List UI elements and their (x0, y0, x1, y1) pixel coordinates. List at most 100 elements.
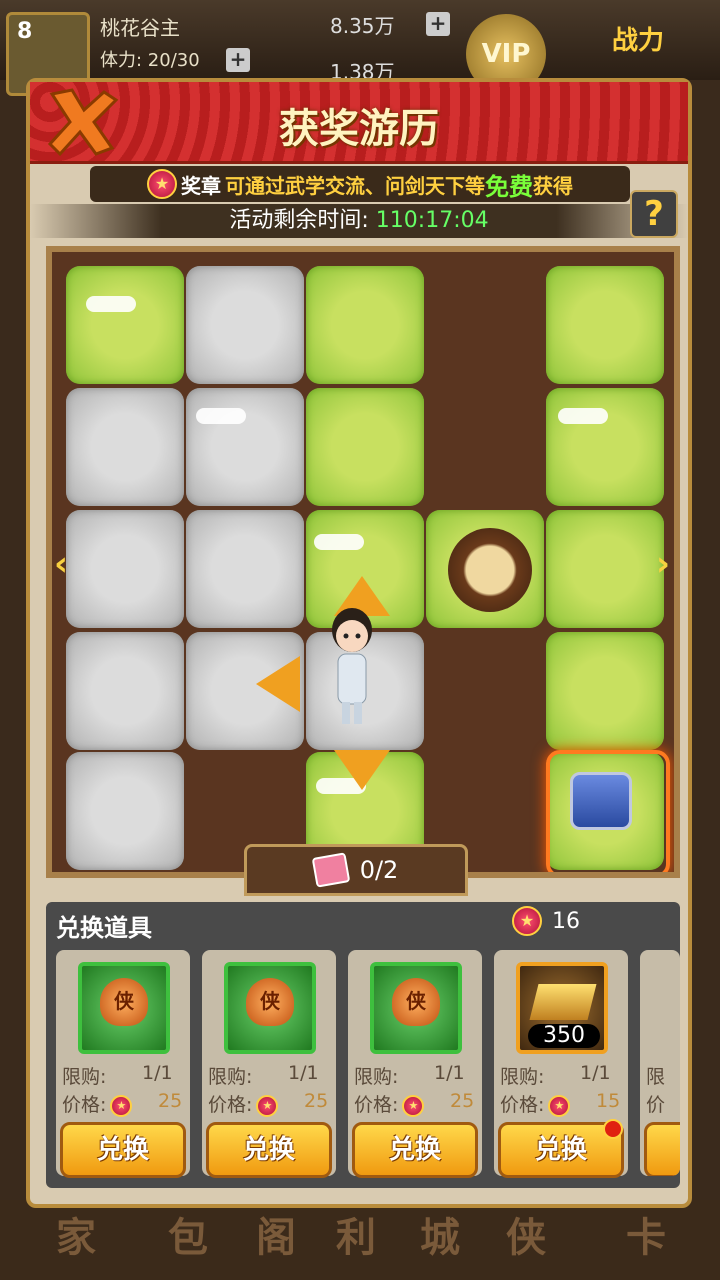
help-button[interactable]: ? (630, 190, 678, 238)
medal-count: 16 (552, 908, 580, 934)
medal-info-banner: 奖章 可通过武学交流、问剑天下等 免费 获得 (90, 166, 630, 202)
trophy-icon: 侠 (246, 978, 294, 1026)
price-label: 价格: (500, 1094, 545, 1116)
panel-header: 获奖游历 (30, 82, 688, 164)
exchange-button[interactable]: 兑换 (352, 1122, 478, 1178)
arrow-left-button[interactable] (256, 656, 300, 712)
game-board: ‹ › (46, 246, 680, 878)
nav-tab-bag: 包 (168, 1215, 208, 1261)
stone-tile (66, 632, 184, 750)
exchange-button[interactable]: 兑换 (206, 1122, 332, 1178)
progress-value: 0/2 (359, 856, 399, 884)
travel-event-panel: 获奖游历 奖章 可通过武学交流、问剑天下等 免费 获得 活动剩余时间: 110:… (26, 78, 692, 1208)
trophy-icon: 侠 (100, 978, 148, 1026)
stone-tile (66, 510, 184, 628)
stone-tile (66, 752, 184, 870)
progress-counter: 0/2 (244, 844, 468, 896)
board-next-arrow[interactable]: › (656, 544, 670, 584)
medal-balance: 16 (512, 906, 580, 936)
board-prev-arrow[interactable]: ‹ (54, 544, 68, 584)
gold-bar-icon (529, 984, 597, 1020)
limit-value: 1/1 (288, 1062, 319, 1084)
price-value: 25 (158, 1090, 183, 1112)
grass-tile[interactable] (306, 266, 424, 384)
medal-icon (512, 906, 542, 936)
ticket-icon (311, 852, 351, 888)
exchange-shop: 兑换道具 16 侠 限购: 1/1 价格: 25 兑换 侠 限购: 1/1 价格: 25… (46, 902, 680, 1188)
arrow-down-button[interactable] (334, 750, 390, 790)
exchange-button[interactable]: 兑换 (60, 1122, 186, 1178)
shop-item: 侠 限购: 1/1 价格: 25 兑换 (348, 950, 482, 1178)
event-timer: 活动剩余时间: 110:17:04 (30, 204, 688, 238)
close-icon[interactable] (44, 86, 120, 158)
item-icon[interactable]: 侠 (78, 962, 170, 1054)
treasure-chest-icon[interactable] (570, 772, 632, 830)
item-icon[interactable]: 侠 (224, 962, 316, 1054)
item-icon[interactable]: 侠 (370, 962, 462, 1054)
exchange-button[interactable]: 兑换 (498, 1119, 624, 1178)
hero-character-icon (332, 608, 372, 724)
stone-tile (186, 266, 304, 384)
item-quantity: 350 (528, 1024, 600, 1048)
timer-value: 110:17:04 (375, 208, 489, 233)
power-label: 战力 (612, 26, 665, 56)
limit-value: 1/1 (434, 1062, 465, 1084)
shop-item-partial: 限 价 (640, 950, 680, 1176)
nav-tab-home: 家 (56, 1215, 96, 1261)
nav-tab-benefit: 利 (336, 1215, 376, 1261)
medal-get-text: 获得 (533, 173, 573, 198)
price-label: 价格: (354, 1094, 399, 1116)
limit-label: 限 (646, 1066, 666, 1088)
grass-tile[interactable] (546, 510, 664, 628)
grass-tile[interactable] (546, 266, 664, 384)
medal-free-text: 免费 (485, 172, 533, 201)
player-name: 桃花谷主 (100, 16, 180, 40)
limit-label: 限购: (62, 1066, 107, 1088)
limit-label: 限购: (500, 1066, 545, 1088)
nav-tab-pavilion: 阁 (256, 1215, 296, 1261)
stone-tile (186, 510, 304, 628)
medal-icon (147, 169, 177, 199)
exchange-button[interactable] (644, 1122, 680, 1176)
shop-item: 侠 限购: 1/1 价格: 25 兑换 (202, 950, 336, 1178)
price-value: 15 (596, 1090, 621, 1112)
stone-tile (66, 388, 184, 506)
price-label: 价格: (208, 1094, 253, 1116)
price-label: 价格: (62, 1094, 107, 1116)
medal-icon (110, 1094, 133, 1117)
silver-amount: 8.35万 (330, 14, 395, 38)
grass-tile[interactable] (66, 266, 184, 384)
add-silver-button[interactable]: + (426, 12, 450, 36)
medal-label: 奖章 (181, 173, 221, 198)
grass-tile[interactable] (306, 388, 424, 506)
limit-label: 限购: (208, 1066, 253, 1088)
nav-tab-city: 城 (420, 1215, 460, 1261)
price-label: 价 (646, 1094, 666, 1116)
trophy-icon: 侠 (392, 978, 440, 1026)
shop-title: 兑换道具 (56, 914, 152, 942)
top-status-bar: 8 桃花谷主 体力: 20/30 + 8.35万 + 1.38万 VIP 战力 (0, 0, 720, 96)
nav-tab-card: 卡 (626, 1215, 666, 1261)
add-stamina-button[interactable]: + (226, 48, 250, 72)
medal-icon (256, 1094, 279, 1117)
grass-tile[interactable] (546, 388, 664, 506)
price-value: 25 (450, 1090, 475, 1112)
stamina-text: 体力: 20/30 (100, 50, 200, 71)
medal-icon (402, 1094, 425, 1117)
medal-description: 可通过武学交流、问剑天下等 (225, 173, 485, 198)
notification-dot (603, 1119, 623, 1139)
timer-label: 活动剩余时间: (229, 208, 369, 233)
limit-label: 限购: (354, 1066, 399, 1088)
shop-item: 侠 限购: 1/1 价格: 25 兑换 (56, 950, 190, 1178)
grass-tile[interactable] (546, 632, 664, 750)
nav-tab-hero: 侠 (506, 1215, 546, 1261)
medal-icon (548, 1094, 571, 1117)
page-title: 获奖游历 (279, 106, 439, 152)
shop-item: 350 限购: 1/1 价格: 15 兑换 (494, 950, 628, 1178)
limit-value: 1/1 (580, 1062, 611, 1084)
item-icon[interactable]: 350 (516, 962, 608, 1054)
stone-tile (186, 388, 304, 506)
noodle-bowl-icon[interactable] (448, 528, 532, 612)
limit-value: 1/1 (142, 1062, 173, 1084)
player-level: 8 (17, 19, 33, 44)
